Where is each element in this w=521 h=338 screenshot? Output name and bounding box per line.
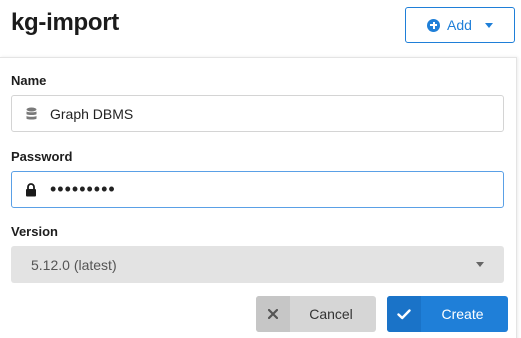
password-label: Password (11, 149, 73, 164)
name-value: Graph DBMS (50, 105, 134, 122)
create-button-label: Create (441, 306, 484, 322)
version-selected-value: 5.12.0 (latest) (31, 256, 117, 273)
password-value: ••••••••• (50, 178, 116, 199)
create-button[interactable]: Create (387, 296, 508, 332)
version-select[interactable]: 5.12.0 (latest) (11, 246, 504, 283)
close-icon (256, 296, 290, 332)
create-dbms-view: kg-import Add Name Graph DBMS Password •… (0, 0, 521, 338)
chevron-down-icon (476, 262, 484, 267)
add-button-label: Add (447, 17, 472, 33)
version-label: Version (11, 224, 58, 239)
checkmark-icon (387, 296, 421, 332)
password-field[interactable]: ••••••••• (11, 171, 504, 208)
name-label: Name (11, 73, 47, 88)
chevron-down-icon (484, 22, 493, 28)
plus-circle-icon (427, 18, 441, 32)
page-title: kg-import (11, 9, 119, 36)
database-icon (24, 106, 38, 122)
name-field[interactable]: Graph DBMS (11, 95, 504, 132)
cancel-button[interactable]: Cancel (256, 296, 376, 332)
cancel-button-label: Cancel (309, 306, 353, 322)
add-button[interactable]: Add (405, 7, 515, 43)
lock-icon (24, 182, 38, 198)
